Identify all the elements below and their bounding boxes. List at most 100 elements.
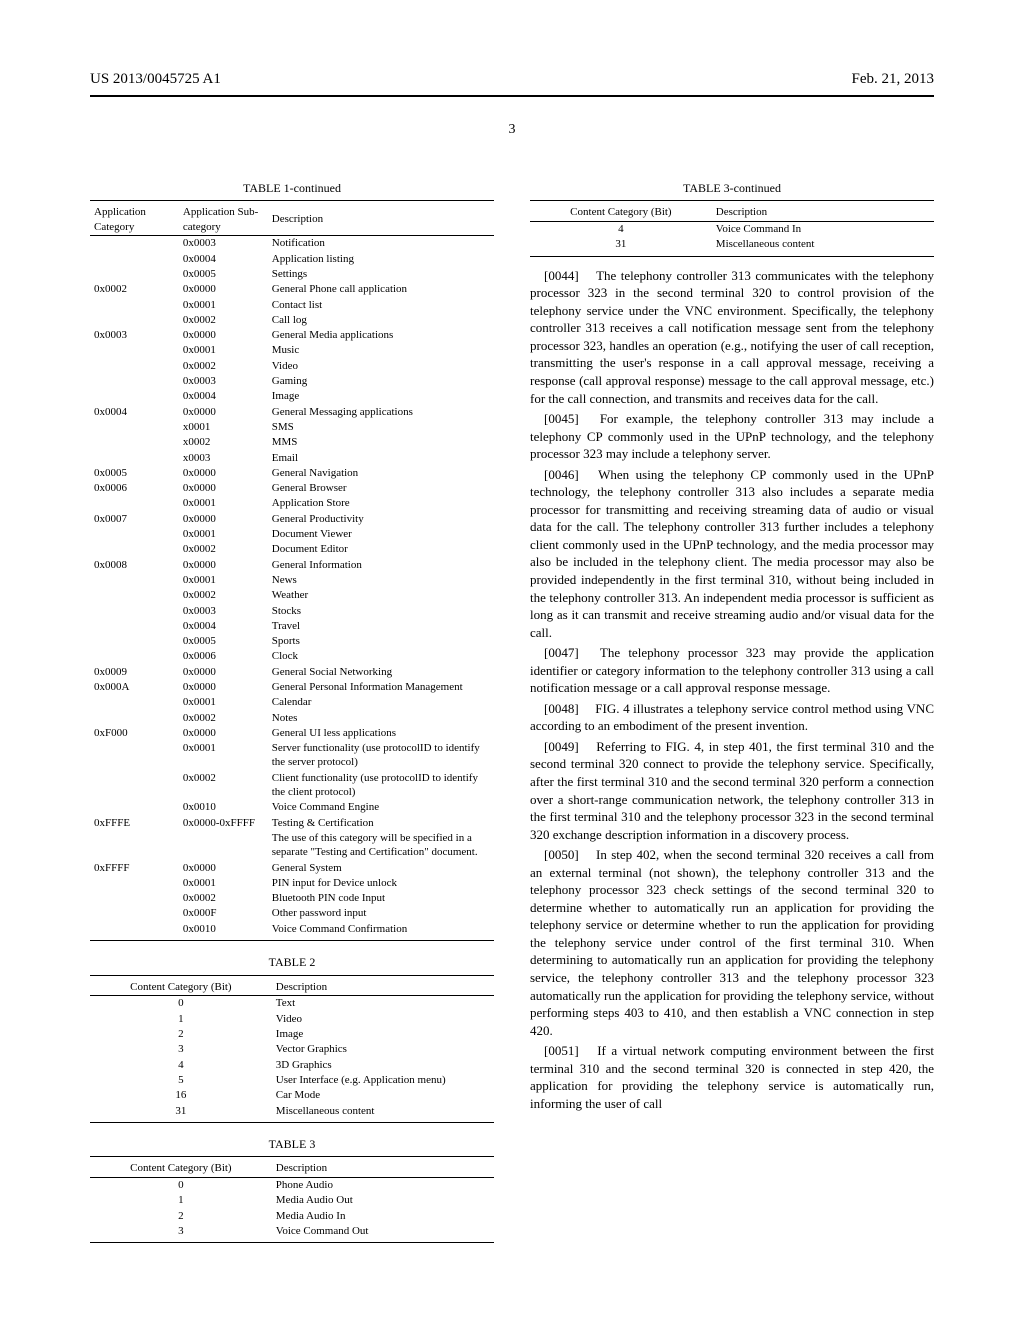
table-cell: 0x0001 (179, 297, 268, 312)
table-cell: 3 (90, 1042, 272, 1057)
table-cell (90, 618, 179, 633)
table-cell: The use of this category will be specifi… (268, 830, 494, 860)
table-row: 0x0001Application Store (90, 496, 494, 511)
table-cell: 0x0002 (179, 770, 268, 800)
table-cell (90, 527, 179, 542)
table-cell: 3D Graphics (272, 1057, 494, 1072)
table-cell (90, 496, 179, 511)
table-cell (179, 830, 268, 860)
table-cell: Testing & Certification (268, 815, 494, 830)
table-cell: General Phone call application (268, 282, 494, 297)
table-cell: 1 (90, 1011, 272, 1026)
table-row: 5User Interface (e.g. Application menu) (90, 1072, 494, 1087)
table-cell: Travel (268, 618, 494, 633)
table-cell: 4 (530, 221, 712, 237)
table-cell (90, 634, 179, 649)
table-cell: 3 (90, 1224, 272, 1243)
table-cell: Media Audio Out (272, 1193, 494, 1208)
publication-number: US 2013/0045725 A1 (90, 70, 221, 90)
table-cell: Text (272, 995, 494, 1011)
table-row: 0x0001Server functionality (use protocol… (90, 741, 494, 771)
table-cell: 0xFFFE (90, 815, 179, 830)
table-cell (90, 906, 179, 921)
table-cell: 0x0005 (179, 266, 268, 281)
table-cell: General UI less applications (268, 725, 494, 740)
table-cell: 0x0010 (179, 800, 268, 815)
patent-page: US 2013/0045725 A1 Feb. 21, 2013 3 TABLE… (0, 0, 1024, 1320)
table-row: 0x0003Stocks (90, 603, 494, 618)
table-cell: 0x0000 (179, 511, 268, 526)
table-row: 0x0002Call log (90, 312, 494, 327)
table-row: 0x0001Contact list (90, 297, 494, 312)
table-cell: PIN input for Device unlock (268, 875, 494, 890)
table-cell: 0x0004 (179, 618, 268, 633)
table-cell (90, 649, 179, 664)
table-cell: Sports (268, 634, 494, 649)
table-row: 0xFFFE0x0000-0xFFFFTesting & Certificati… (90, 815, 494, 830)
table-row: 0x0001Music (90, 343, 494, 358)
table-cell (90, 358, 179, 373)
table-row: 0x000FOther password input (90, 906, 494, 921)
table-cell: x0002 (179, 435, 268, 450)
table-cell: Voice Command Confirmation (268, 921, 494, 940)
para-0045: [0045] For example, the telephony contro… (530, 410, 934, 463)
table-row: 0x00040x0000General Messaging applicatio… (90, 404, 494, 419)
table-row: 0x00070x0000General Productivity (90, 511, 494, 526)
columns: TABLE 1-continued Application Category A… (90, 167, 934, 1244)
table1: Application Category Application Sub-cat… (90, 200, 494, 941)
table-cell: Document Editor (268, 542, 494, 557)
table-cell: 5 (90, 1072, 272, 1087)
table-cell: 0x0003 (179, 603, 268, 618)
table-cell: 0x0006 (179, 649, 268, 664)
table-cell: Client functionality (use protocolID to … (268, 770, 494, 800)
table-cell (90, 251, 179, 266)
table-cell: Document Viewer (268, 527, 494, 542)
table-row: 0xFFFF0x0000General System (90, 860, 494, 875)
table-cell: Car Mode (272, 1088, 494, 1103)
table-cell: Video (272, 1011, 494, 1026)
table-cell: 0x0000 (179, 404, 268, 419)
table-row: 0x000A0x0000General Personal Information… (90, 679, 494, 694)
table-cell: 0x0000 (179, 328, 268, 343)
table-cell: Bluetooth PIN code Input (268, 891, 494, 906)
table-cell: Notes (268, 710, 494, 725)
table-row: 0x0002Video (90, 358, 494, 373)
table-cell: 0x0001 (179, 572, 268, 587)
table-cell: 0x0000 (179, 679, 268, 694)
table-row: 16Car Mode (90, 1088, 494, 1103)
table-cell: Vector Graphics (272, 1042, 494, 1057)
table3c-title: TABLE 3-continued (530, 181, 934, 197)
table-row: 0x0003Gaming (90, 374, 494, 389)
para-0047: [0047] The telephony processor 323 may p… (530, 644, 934, 697)
table-cell: Miscellaneous content (712, 237, 934, 256)
table-cell: 0x0002 (179, 358, 268, 373)
table-cell: Clock (268, 649, 494, 664)
table-cell: Image (272, 1027, 494, 1042)
table-row: 0x0010Voice Command Engine (90, 800, 494, 815)
table-cell: Voice Command In (712, 221, 934, 237)
table-row: 31Miscellaneous content (90, 1103, 494, 1122)
table-row: 0x0001PIN input for Device unlock (90, 875, 494, 890)
table-row: 0x00080x0000General Information (90, 557, 494, 572)
table-row: 1Media Audio Out (90, 1193, 494, 1208)
table-cell: Server functionality (use protocolID to … (268, 741, 494, 771)
table-row: 2Image (90, 1027, 494, 1042)
table-cell: 0x0004 (179, 251, 268, 266)
table-cell (90, 770, 179, 800)
table-row: 0x00030x0000General Media applications (90, 328, 494, 343)
table-cell: 31 (90, 1103, 272, 1122)
table-cell: 0x0001 (179, 343, 268, 358)
table1-title: TABLE 1-continued (90, 181, 494, 197)
table-cell (90, 710, 179, 725)
table-cell: Voice Command Engine (268, 800, 494, 815)
table-row: 0xF0000x0000General UI less applications (90, 725, 494, 740)
table-cell: Calendar (268, 695, 494, 710)
table-cell: 0x0000 (179, 860, 268, 875)
table-cell: 0 (90, 995, 272, 1011)
table-row: 0x0002Weather (90, 588, 494, 603)
table-cell (90, 343, 179, 358)
table-cell: 0x0004 (179, 389, 268, 404)
table-cell: 0x0004 (90, 404, 179, 419)
table2-title: TABLE 2 (90, 955, 494, 971)
table-cell: Weather (268, 588, 494, 603)
